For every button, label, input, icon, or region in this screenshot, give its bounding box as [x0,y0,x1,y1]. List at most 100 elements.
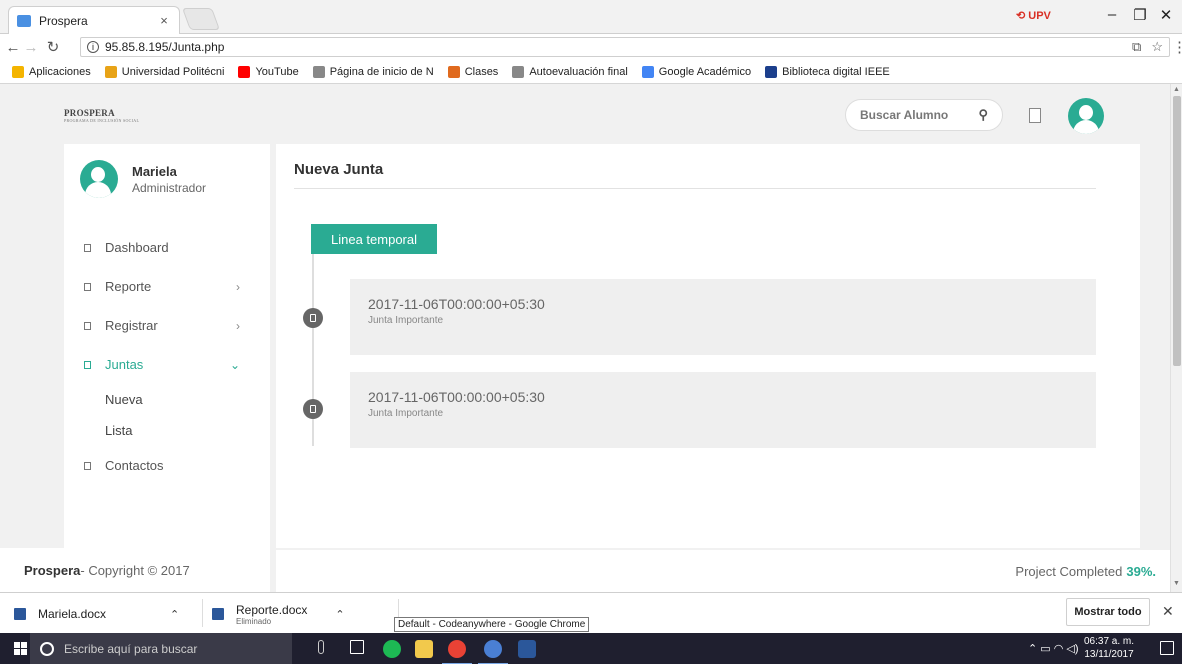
taskbar-clock[interactable]: 06:37 a. m. 13/11/2017 [1084,635,1134,661]
download-bar: Mariela.docx ⌃ Reporte.docx Eliminado ⌃ [0,592,1182,633]
restore-icon[interactable]: ❐ [1130,6,1150,24]
search-icon[interactable]: ⚲ [978,107,988,123]
word-file-icon [14,608,26,620]
user-role: Administrador [132,180,207,195]
windows-start-icon[interactable] [14,642,27,655]
logo-text: PROSPERA [64,108,115,118]
windows-taskbar: Escribe aquí para buscar ⌃ ▭ ◠ ◁) 06:37 … [0,633,1182,664]
sidebar-item-label: Contactos [105,458,164,473]
title-divider [294,188,1096,189]
translate-icon[interactable]: ⧉ [1132,39,1141,55]
university-icon [104,65,117,78]
chrome-icon[interactable] [478,640,508,664]
menu-icon[interactable]: ⋮ [1172,38,1182,56]
show-all-button[interactable]: Mostrar todo [1066,598,1150,626]
clock-date: 13/11/2017 [1084,649,1134,660]
bookmark-label: Universidad Politécni [121,65,225,78]
bookmark-label: Biblioteca digital IEEE [782,65,890,78]
download-filename: Mariela.docx [38,607,107,621]
footer-copyright: Prospera - Copyright © 2017 [0,548,270,592]
sidebar-menu: Dashboard Reporte › Registrar › Juntas ⌄… [64,228,270,485]
ieee-icon [765,65,778,78]
taskbar-search-input[interactable]: Escribe aquí para buscar [30,633,292,664]
sidebar-item-registrar[interactable]: Registrar › [64,306,270,345]
sidebar-item-juntas[interactable]: Juntas ⌄ [64,345,270,384]
reload-icon[interactable]: ↻ [44,38,62,56]
notification-icon[interactable] [1029,108,1041,123]
bookmark-item[interactable]: Página de inicio de N [312,65,434,78]
chevron-down-icon: ⌄ [229,357,240,372]
page-scrollbar[interactable]: ▲ ▼ [1170,84,1182,592]
page-title: Nueva Junta [294,161,384,178]
tab-close-icon[interactable]: × [157,13,171,28]
tab-title: Prospera [39,13,88,28]
bookmark-item[interactable]: Universidad Politécni [104,65,225,78]
microphone-icon[interactable] [318,640,324,654]
sidebar-item-contactos[interactable]: Contactos [64,446,270,485]
prospera-logo[interactable]: PROSPERA PROGRAMA DE INCLUSIÓN SOCIAL [64,108,139,123]
timeline-dot-icon [303,399,323,419]
info-icon[interactable]: i [87,41,99,53]
sidebar-subitem-nueva[interactable]: Nueva [64,384,270,415]
taskbar-tooltip: Default - Codeanywhere - Google Chrome [394,617,590,632]
system-tray-icons[interactable]: ⌃ ▭ ◠ ◁) [1028,642,1079,655]
sidebar: Mariela Administrador Dashboard Reporte … [64,144,270,548]
user-name: Mariela [132,163,177,179]
bookmark-label: Aplicaciones [29,65,91,78]
bookmark-item[interactable]: Autoevaluación final [512,65,628,78]
timeline-desc: Junta Importante [368,408,444,419]
bookmark-item[interactable]: Google Académico [641,65,752,78]
sidebar-item-label: Reporte [105,279,152,294]
scrollbar-thumb[interactable] [1173,96,1181,366]
sidebar-item-label: Juntas [105,357,144,372]
notifications-icon[interactable] [1160,641,1174,655]
favicon-icon [17,14,31,27]
download-item[interactable]: Reporte.docx Eliminado ⌃ [212,599,345,629]
bookmark-label: Página de inicio de N [329,65,434,78]
chevron-up-icon[interactable]: ⌃ [335,608,344,621]
minimize-icon[interactable]: – [1102,6,1122,23]
timeline-dot-icon [303,308,323,328]
user-profile: Mariela Administrador [80,160,206,198]
download-separator [202,599,203,627]
sidebar-subitem-lista[interactable]: Lista [64,415,270,446]
header-avatar[interactable] [1068,98,1104,134]
forward-icon[interactable]: → [22,39,40,56]
word-icon[interactable] [518,640,536,658]
task-view-icon[interactable] [350,640,364,654]
bookmark-label: Google Académico [658,65,752,78]
new-tab-button[interactable] [181,8,221,30]
progress-label: Project Completed [1015,563,1123,579]
bookmark-label: Autoevaluación final [529,65,628,78]
sidebar-item-dashboard[interactable]: Dashboard [64,228,270,267]
profile-badge[interactable]: ⟲ UPV [1016,9,1051,22]
timeline-date: 2017-11-06T00:00:00+05:30 [368,296,545,312]
tab-prospera[interactable]: Prospera × [8,6,180,34]
timeline-date: 2017-11-06T00:00:00+05:30 [368,389,545,405]
spotify-icon[interactable] [383,640,401,658]
close-window-icon[interactable]: ✕ [1156,6,1176,24]
bookmark-star-icon[interactable]: ☆ [1151,39,1163,55]
bookmark-item[interactable]: YouTube [238,65,299,78]
registrar-icon [84,321,91,330]
timeline-card: 2017-11-06T00:00:00+05:30 Junta Importan… [350,372,1096,448]
file-explorer-icon[interactable] [415,640,433,658]
footer-copy: - Copyright © 2017 [80,562,190,578]
dashboard-icon [84,243,91,252]
bookmark-item[interactable]: Clases [447,65,498,78]
bookmark-item[interactable]: Aplicaciones [12,65,91,78]
sidebar-item-reporte[interactable]: Reporte › [64,267,270,306]
chevron-up-icon[interactable]: ⌃ [170,608,179,621]
search-input[interactable]: Buscar Alumno ⚲ [845,99,1003,131]
address-bar[interactable]: i 95.85.8.195/Junta.php ⧉ ☆ [80,37,1170,57]
search-placeholder: Buscar Alumno [860,108,949,122]
scroll-up-icon[interactable]: ▲ [1173,86,1180,93]
back-icon[interactable]: ← [4,39,22,56]
scroll-down-icon[interactable]: ▼ [1173,580,1180,587]
timeline-badge: Linea temporal [311,224,437,254]
main-panel: Nueva Junta Linea temporal 2017-11-06T00… [276,144,1140,548]
chrome-icon[interactable] [442,640,472,664]
download-item[interactable]: Mariela.docx ⌃ [14,599,179,629]
close-download-bar-icon[interactable]: ✕ [1162,603,1174,620]
bookmark-item[interactable]: Biblioteca digital IEEE [765,65,890,78]
